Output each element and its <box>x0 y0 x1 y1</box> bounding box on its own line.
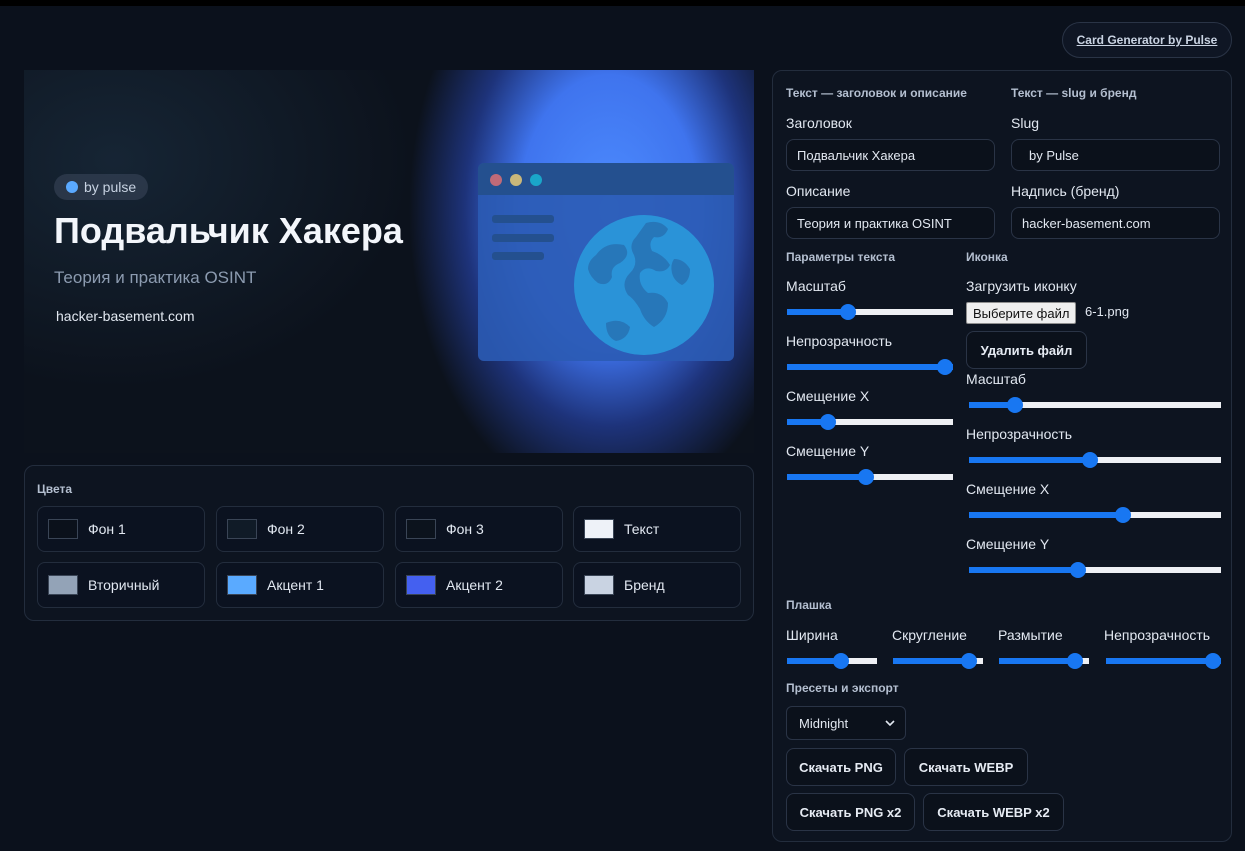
color-text-button[interactable]: Текст <box>573 506 741 552</box>
export-section-title: Пресеты и экспорт <box>786 681 899 695</box>
slug-input[interactable] <box>1011 139 1220 171</box>
chevron-down-icon <box>885 720 895 726</box>
badge-text: by pulse <box>84 179 137 195</box>
card-brand: hacker-basement.com <box>56 308 195 324</box>
icon-offset-x-label: Смещение X <box>966 481 1050 497</box>
download-png-x2-button[interactable]: Скачать PNG x2 <box>786 793 915 831</box>
icon-scale-label: Масштаб <box>966 371 1026 387</box>
brand-input[interactable] <box>1011 207 1220 239</box>
color-swatch <box>406 575 436 595</box>
preset-select[interactable]: Midnight <box>786 706 906 740</box>
icon-section-title: Иконка <box>966 250 1008 264</box>
text-opacity-label: Непрозрачность <box>786 333 893 349</box>
color-swatch <box>48 519 78 539</box>
text-offset-x-label: Смещение X <box>786 388 870 404</box>
browser-globe-icon <box>478 163 734 361</box>
text-opacity-slider[interactable] <box>787 359 953 375</box>
badge-dot-icon <box>66 181 78 193</box>
color-bg2-button[interactable]: Фон 2 <box>216 506 384 552</box>
color-swatch <box>227 575 257 595</box>
color-accent1-button[interactable]: Акцент 1 <box>216 562 384 608</box>
icon-opacity-label: Непрозрачность <box>966 426 1073 442</box>
window-top-border <box>0 0 1245 6</box>
preset-selected-value: Midnight <box>799 715 849 731</box>
text-params-title: Параметры текста <box>786 250 896 264</box>
file-name: 6-1.png <box>1085 304 1130 319</box>
title-field-label: Заголовок <box>786 115 852 131</box>
icon-offset-x-slider[interactable] <box>969 507 1221 523</box>
color-label: Бренд <box>624 577 665 593</box>
download-webp-x2-button[interactable]: Скачать WEBP x2 <box>923 793 1064 831</box>
download-webp-button[interactable]: Скачать WEBP <box>904 748 1028 786</box>
color-swatch <box>48 575 78 595</box>
slug-badge: by pulse <box>54 174 149 200</box>
choose-file-button[interactable]: Выберите файл <box>966 302 1077 324</box>
brand-field-label: Надпись (бренд) <box>1011 183 1120 199</box>
plate-opacity-slider[interactable] <box>1106 653 1221 669</box>
color-label: Акцент 2 <box>446 577 503 593</box>
slug-section-title: Текст — slug и бренд <box>1011 86 1137 100</box>
card-generator-link[interactable]: Card Generator by Pulse <box>1062 22 1232 58</box>
color-label: Фон 2 <box>267 521 305 537</box>
plate-width-slider[interactable] <box>787 653 877 669</box>
text-offset-x-slider[interactable] <box>787 414 953 430</box>
title-input[interactable] <box>786 139 995 171</box>
plate-radius-label: Скругление <box>892 627 967 643</box>
text-scale-slider[interactable] <box>787 304 953 320</box>
slug-field-label: Slug <box>1011 115 1040 131</box>
download-png-button[interactable]: Скачать PNG <box>786 748 896 786</box>
color-secondary-button[interactable]: Вторичный <box>37 562 205 608</box>
plate-section-title: Плашка <box>786 598 832 612</box>
icon-offset-y-slider[interactable] <box>969 562 1221 578</box>
delete-file-button[interactable]: Удалить файл <box>966 331 1087 369</box>
color-bg1-button[interactable]: Фон 1 <box>37 506 205 552</box>
color-label: Фон 3 <box>446 521 484 537</box>
text-section-title: Текст — заголовок и описание <box>786 86 967 100</box>
plate-blur-slider[interactable] <box>999 653 1089 669</box>
plate-width-label: Ширина <box>786 627 838 643</box>
text-offset-y-slider[interactable] <box>787 469 953 485</box>
settings-panel: Текст — заголовок и описание Заголовок О… <box>772 70 1232 842</box>
colors-title: Цвета <box>37 482 73 496</box>
color-label: Фон 1 <box>88 521 126 537</box>
color-accent2-button[interactable]: Акцент 2 <box>395 562 563 608</box>
color-swatch <box>406 519 436 539</box>
text-offset-y-label: Смещение Y <box>786 443 870 459</box>
colors-panel: Цвета Фон 1 Фон 2 Фон 3 Текст Вторичный … <box>24 465 754 621</box>
card-subtitle: Теория и практика OSINT <box>54 268 257 287</box>
color-label: Акцент 1 <box>267 577 324 593</box>
icon-upload-label: Загрузить иконку <box>966 278 1077 294</box>
plate-blur-label: Размытие <box>998 627 1063 643</box>
color-swatch <box>584 575 614 595</box>
plate-radius-slider[interactable] <box>893 653 983 669</box>
color-label: Вторичный <box>88 577 160 593</box>
icon-offset-y-label: Смещение Y <box>966 536 1050 552</box>
color-brand-button[interactable]: Бренд <box>573 562 741 608</box>
description-field-label: Описание <box>786 183 851 199</box>
plate-opacity-label: Непрозрачность <box>1104 627 1211 643</box>
color-swatch <box>584 519 614 539</box>
color-bg3-button[interactable]: Фон 3 <box>395 506 563 552</box>
color-label: Текст <box>624 521 660 537</box>
color-swatch <box>227 519 257 539</box>
card-title: Подвальчик Хакера <box>54 210 403 251</box>
icon-opacity-slider[interactable] <box>969 452 1221 468</box>
card-preview: by pulse Подвальчик Хакера Теория и прак… <box>24 70 754 453</box>
icon-scale-slider[interactable] <box>969 397 1221 413</box>
text-scale-label: Масштаб <box>786 278 846 294</box>
description-input[interactable] <box>786 207 995 239</box>
